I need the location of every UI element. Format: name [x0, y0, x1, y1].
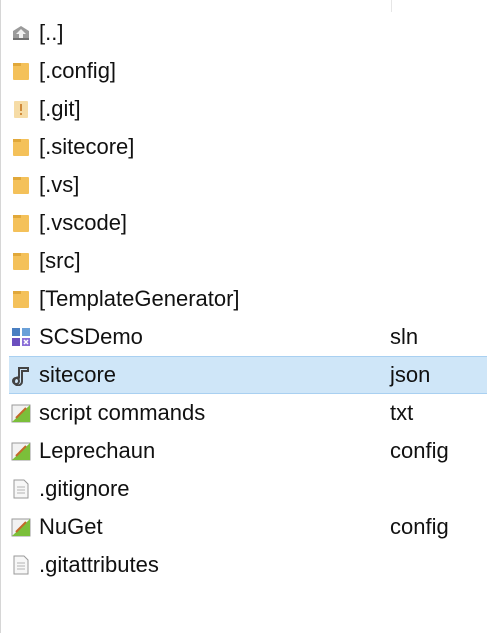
file-row-config-folder[interactable]: [.config]: [9, 52, 487, 90]
plain-file-icon: [9, 553, 33, 577]
file-name: NuGet: [39, 514, 103, 539]
solution-file-icon: [9, 325, 33, 349]
file-row-vs-folder[interactable]: [.vs]: [9, 166, 487, 204]
file-row-gitignore[interactable]: .gitignore: [9, 470, 487, 508]
file-name: [.vs]: [39, 172, 80, 197]
file-row-sitecore-folder[interactable]: [.sitecore]: [9, 128, 487, 166]
file-row-vscode-folder[interactable]: [.vscode]: [9, 204, 487, 242]
file-row-src-folder[interactable]: [src]: [9, 242, 487, 280]
file-name: script commands: [39, 400, 206, 425]
file-name: [.sitecore]: [39, 134, 135, 159]
file-row-sitecore-json[interactable]: sitecore json: [9, 356, 487, 394]
folder-icon: [9, 59, 33, 83]
file-name: Leprechaun: [39, 438, 156, 463]
file-list-pane: [..] [.config] [.git] [.sitecore] [.vs] …: [0, 0, 487, 633]
file-name: SCSDemo: [39, 324, 143, 349]
file-name: [.config]: [39, 58, 117, 83]
file-name: [..]: [39, 20, 64, 45]
file-name: [.git]: [39, 96, 81, 121]
up-folder-icon: [9, 21, 33, 45]
file-row-gitattributes[interactable]: .gitattributes: [9, 546, 487, 584]
folder-icon: [9, 173, 33, 197]
file-row-templategenerator-folder[interactable]: [TemplateGenerator]: [9, 280, 487, 318]
file-row-up[interactable]: [..]: [9, 14, 487, 52]
file-name: sitecore: [39, 362, 117, 387]
file-row-leprechaun[interactable]: Leprechaun config: [9, 432, 487, 470]
column-divider: [391, 0, 392, 12]
hidden-folder-icon: [9, 97, 33, 121]
file-ext: config: [390, 438, 449, 463]
file-name: [TemplateGenerator]: [39, 286, 240, 311]
json-file-icon: [9, 363, 33, 387]
plain-file-icon: [9, 477, 33, 501]
file-row-scsdemo[interactable]: SCSDemo sln: [9, 318, 487, 356]
file-ext: config: [390, 514, 449, 539]
folder-icon: [9, 287, 33, 311]
folder-icon: [9, 135, 33, 159]
config-file-icon: [9, 515, 33, 539]
file-row-script-commands[interactable]: script commands txt: [9, 394, 487, 432]
file-name: .gitattributes: [39, 552, 159, 577]
folder-icon: [9, 211, 33, 235]
config-file-icon: [9, 439, 33, 463]
file-ext: sln: [390, 324, 419, 349]
file-ext: txt: [390, 400, 414, 425]
file-name: [.vscode]: [39, 210, 128, 235]
file-name: [src]: [39, 248, 81, 273]
file-row-nuget[interactable]: NuGet config: [9, 508, 487, 546]
folder-icon: [9, 249, 33, 273]
file-name: .gitignore: [39, 476, 130, 501]
file-row-git-folder[interactable]: [.git]: [9, 90, 487, 128]
file-ext: json: [390, 362, 431, 387]
text-file-icon: [9, 401, 33, 425]
